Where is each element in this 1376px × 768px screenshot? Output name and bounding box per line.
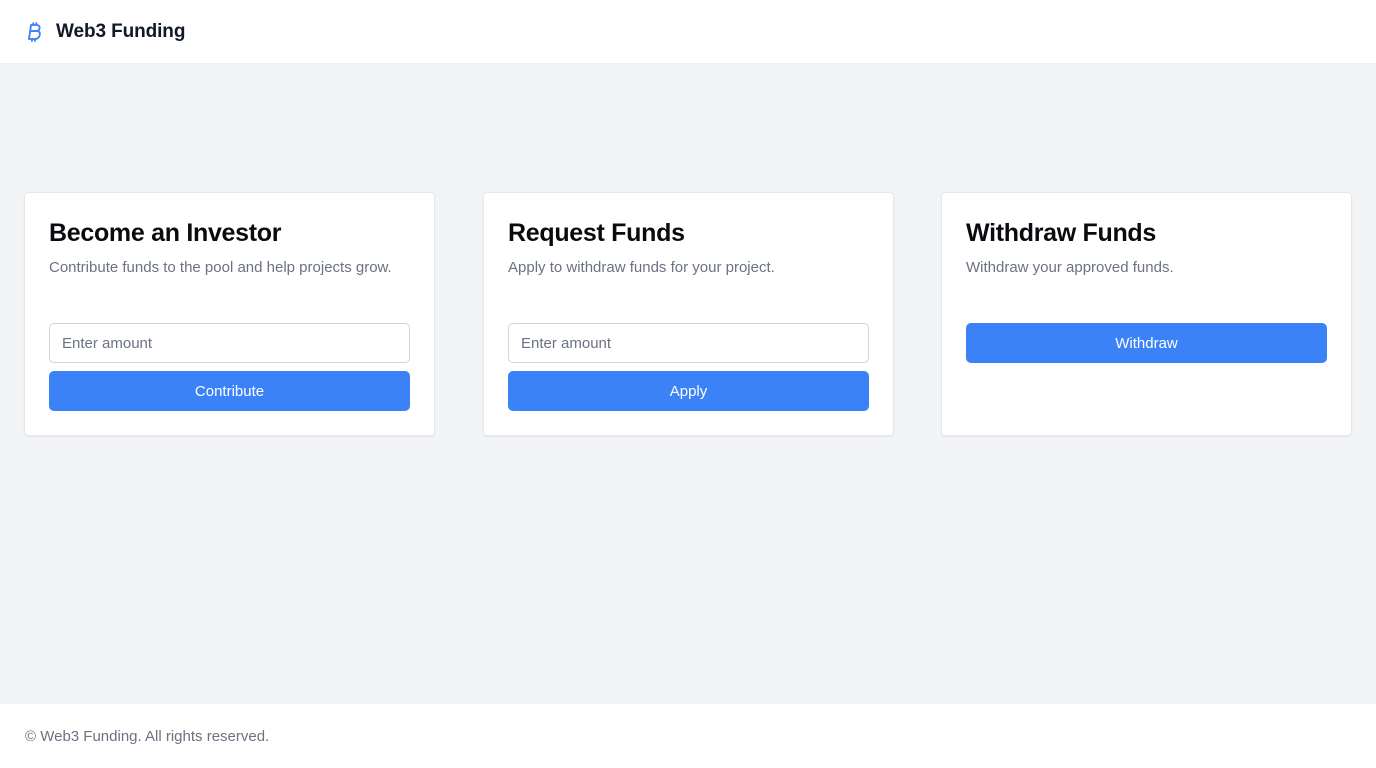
contribute-button[interactable]: Contribute [49, 371, 410, 411]
request-amount-input[interactable] [508, 323, 869, 363]
request-funds-card: Request Funds Apply to withdraw funds fo… [483, 192, 894, 436]
page-footer: © Web3 Funding. All rights reserved. [0, 704, 1376, 768]
investor-card: Become an Investor Contribute funds to t… [24, 192, 435, 436]
bitcoin-icon [26, 21, 44, 43]
contribute-amount-input[interactable] [49, 323, 410, 363]
request-funds-card-title: Request Funds [508, 219, 685, 247]
withdraw-button[interactable]: Withdraw [966, 323, 1327, 363]
investor-card-description: Contribute funds to the pool and help pr… [49, 259, 392, 276]
withdraw-funds-card-description: Withdraw your approved funds. [966, 259, 1174, 276]
main-content: Become an Investor Contribute funds to t… [0, 64, 1376, 704]
top-header: Web3 Funding [0, 0, 1376, 64]
request-funds-card-description: Apply to withdraw funds for your project… [508, 259, 775, 276]
withdraw-funds-card-title: Withdraw Funds [966, 219, 1157, 247]
withdraw-funds-card: Withdraw Funds Withdraw your approved fu… [941, 192, 1352, 436]
brand-name[interactable]: Web3 Funding [56, 21, 185, 43]
copyright-text: © Web3 Funding. All rights reserved. [25, 727, 270, 745]
apply-button[interactable]: Apply [508, 371, 869, 411]
investor-card-title: Become an Investor [49, 219, 282, 247]
